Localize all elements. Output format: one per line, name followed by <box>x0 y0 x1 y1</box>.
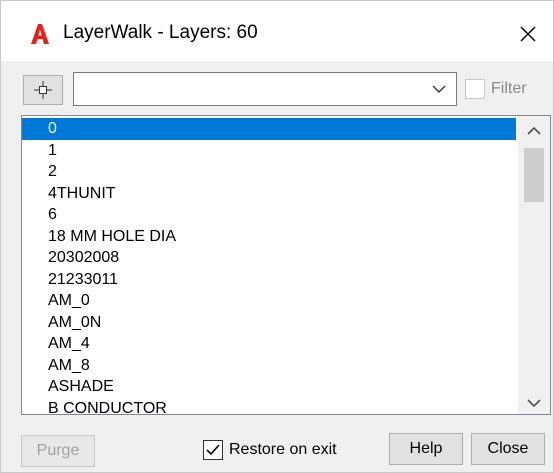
scrollbar-thumb[interactable] <box>524 148 544 202</box>
select-objects-button[interactable] <box>23 75 63 105</box>
layer-list-item[interactable]: 21233011 <box>22 269 516 291</box>
checkmark-icon <box>206 444 220 456</box>
restore-on-exit-checkbox[interactable] <box>203 440 223 460</box>
title-bar: LayerWalk - Layers: 60 <box>1 1 553 61</box>
filter-combobox[interactable] <box>73 72 457 106</box>
layer-list-item[interactable]: AM_8 <box>22 355 516 377</box>
layer-list-item[interactable]: 0 <box>22 118 516 140</box>
layer-list-item[interactable]: AM_0N <box>22 312 516 334</box>
filter-checkbox[interactable] <box>465 79 485 99</box>
layerwalk-dialog: LayerWalk - Layers: 60 Filter 0 1 2 4THUNIT… <box>0 0 554 473</box>
purge-button[interactable]: Purge <box>21 435 95 467</box>
filter-pattern-input[interactable] <box>78 76 422 104</box>
chevron-down-icon[interactable] <box>432 84 446 94</box>
crosshair-select-icon <box>34 81 52 99</box>
scroll-up-icon[interactable] <box>527 126 541 136</box>
layer-list[interactable]: 0 1 2 4THUNIT 6 18 MM HOLE DIA 20302008 2123301… <box>21 115 551 415</box>
close-icon <box>520 26 536 42</box>
layer-list-item[interactable]: AM_0 <box>22 290 516 312</box>
filter-label: Filter <box>491 80 527 97</box>
window-title: LayerWalk - Layers: 60 <box>63 22 258 43</box>
layer-list-item[interactable]: 18 MM HOLE DIA <box>22 226 516 248</box>
close-window-button[interactable] <box>511 17 545 51</box>
layer-list-item[interactable]: 4THUNIT <box>22 183 516 205</box>
vertical-scrollbar[interactable] <box>518 116 550 414</box>
layer-list-item[interactable]: ASHADE <box>22 376 516 398</box>
layer-list-items: 0 1 2 4THUNIT 6 18 MM HOLE DIA 20302008 2123301… <box>22 118 516 415</box>
restore-on-exit-label: Restore on exit <box>229 441 337 458</box>
layer-list-item[interactable]: AM_4 <box>22 333 516 355</box>
close-button[interactable]: Close <box>471 433 545 465</box>
help-button[interactable]: Help <box>389 433 463 465</box>
layer-list-item[interactable]: 1 <box>22 140 516 162</box>
layer-list-item[interactable]: B CONDUCTOR <box>22 398 516 415</box>
autocad-a-icon <box>31 24 49 44</box>
scroll-down-icon[interactable] <box>527 398 541 408</box>
layer-list-item[interactable]: 20302008 <box>22 247 516 269</box>
layer-list-item[interactable]: 2 <box>22 161 516 183</box>
layer-list-item[interactable]: 6 <box>22 204 516 226</box>
